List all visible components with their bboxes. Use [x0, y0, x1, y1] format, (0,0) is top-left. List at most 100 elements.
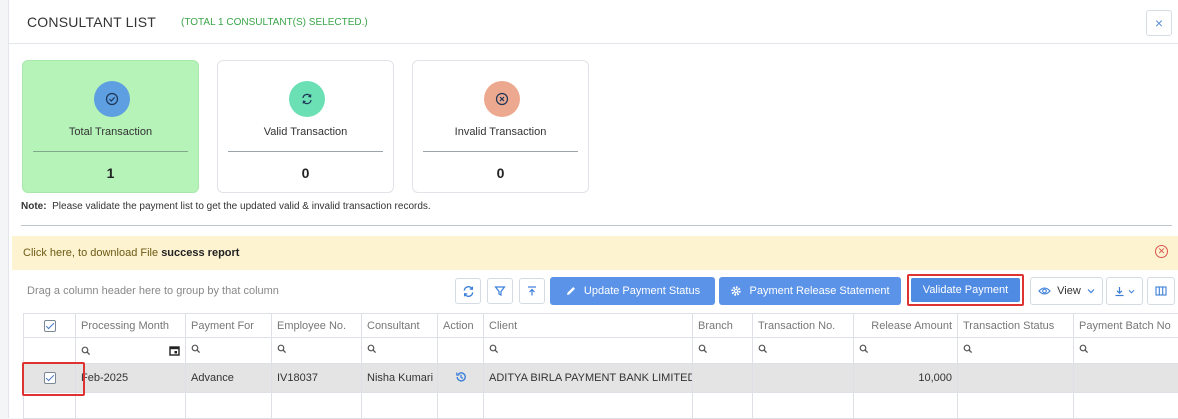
column-header[interactable]: Client [484, 314, 693, 338]
filter-cell[interactable] [854, 338, 958, 364]
empty-row [24, 393, 1178, 419]
dismiss-banner-icon[interactable]: ✕ [1155, 245, 1168, 258]
branch-cell [693, 364, 753, 393]
eye-icon [1038, 286, 1051, 296]
view-dropdown[interactable]: View [1030, 277, 1103, 305]
filter-cell[interactable] [186, 338, 272, 364]
column-chooser-button[interactable] [1147, 277, 1175, 305]
grid-header-row: Processing Month Payment For Employee No… [24, 314, 1178, 338]
gear-icon [730, 285, 742, 297]
card-label: Valid Transaction [218, 126, 393, 138]
note-text: Please validate the payment list to get … [52, 201, 431, 212]
chevron-down-icon [1087, 288, 1095, 294]
history-icon[interactable] [455, 371, 467, 383]
card-total-transaction[interactable]: Total Transaction 1 [22, 60, 199, 193]
card-count: 0 [218, 165, 393, 181]
refresh-button[interactable] [455, 278, 481, 304]
column-header[interactable]: Employee No. [272, 314, 362, 338]
search-icon [698, 344, 708, 354]
download-icon [1114, 286, 1125, 297]
employee-no-cell: IV18037 [272, 364, 362, 393]
table-row[interactable]: Feb-2025 Advance IV18037 Nisha Kumari AD… [24, 364, 1178, 393]
search-icon [367, 344, 377, 354]
column-header[interactable]: Branch [693, 314, 753, 338]
panel-header: CONSULTANT LIST (TOTAL 1 CONSULTANT(S) S… [9, 0, 1178, 44]
filter-cell[interactable] [272, 338, 362, 364]
filter-cell[interactable] [693, 338, 753, 364]
consultant-grid: Processing Month Payment For Employee No… [23, 313, 1178, 419]
download-banner: Click here, to download File success rep… [12, 236, 1178, 270]
close-button[interactable]: × [1146, 10, 1172, 36]
update-payment-status-button[interactable]: Update Payment Status [550, 277, 715, 305]
select-all-cell[interactable] [24, 314, 76, 338]
calendar-icon[interactable] [169, 345, 180, 356]
search-icon [963, 344, 973, 354]
consultant-link[interactable]: Nisha Kumari [362, 364, 438, 393]
group-by-hint: Drag a column header here to group by th… [27, 285, 279, 297]
page-title: CONSULTANT LIST [27, 14, 156, 30]
chevron-down-icon [1128, 289, 1135, 294]
column-header[interactable]: Consultant [362, 314, 438, 338]
column-header[interactable]: Transaction No. [753, 314, 854, 338]
success-report-link[interactable]: success report [161, 247, 239, 259]
card-count: 0 [413, 165, 588, 181]
column-header[interactable]: Processing Month [76, 314, 186, 338]
columns-icon [1155, 286, 1167, 296]
payment-release-statement-button[interactable]: Payment Release Statement [719, 277, 901, 305]
filter-cell[interactable] [484, 338, 693, 364]
batch-no-cell [1074, 364, 1178, 393]
validate-payment-highlight: Validate Payment [907, 274, 1024, 306]
filter-cell[interactable] [76, 338, 186, 364]
search-icon [191, 344, 201, 354]
banner-text: Click here, to download File [23, 247, 158, 259]
download-dropdown[interactable] [1106, 277, 1143, 305]
card-divider [228, 151, 383, 152]
column-header[interactable]: Release Amount [854, 314, 958, 338]
search-icon [1079, 344, 1089, 354]
download-link[interactable]: Click here, to download File success rep… [23, 247, 239, 259]
card-divider [423, 151, 578, 152]
payment-release-statement-label: Payment Release Statement [749, 285, 889, 297]
validation-note: Note: Please validate the payment list t… [21, 201, 431, 212]
filter-cell[interactable] [753, 338, 854, 364]
processing-month-cell: Feb-2025 [76, 364, 186, 393]
card-valid-transaction[interactable]: Valid Transaction 0 [217, 60, 394, 193]
check-circle-icon [94, 81, 130, 117]
column-header[interactable]: Transaction Status [958, 314, 1074, 338]
grid-toolbar: Drag a column header here to group by th… [9, 276, 1178, 308]
column-header[interactable]: Payment Batch No [1074, 314, 1178, 338]
payment-for-cell: Advance [186, 364, 272, 393]
filter-cell-empty [438, 338, 484, 364]
card-count: 1 [23, 165, 198, 181]
refresh-icon [462, 285, 475, 298]
update-payment-status-label: Update Payment Status [584, 285, 700, 297]
upload-button[interactable] [519, 278, 545, 304]
refresh-icon [289, 81, 325, 117]
row-selection-highlight [22, 362, 85, 396]
action-cell [438, 364, 484, 393]
search-icon [81, 346, 91, 356]
filter-button[interactable] [487, 278, 513, 304]
filter-cell[interactable] [362, 338, 438, 364]
card-invalid-transaction[interactable]: Invalid Transaction 0 [412, 60, 589, 193]
column-header[interactable]: Payment For [186, 314, 272, 338]
filter-cell[interactable] [958, 338, 1074, 364]
column-header[interactable]: Action [438, 314, 484, 338]
card-label: Invalid Transaction [413, 126, 588, 138]
upload-icon [526, 285, 538, 297]
select-all-checkbox[interactable] [44, 320, 56, 332]
transaction-status-cell [958, 364, 1074, 393]
filter-cell[interactable] [1074, 338, 1178, 364]
card-label: Total Transaction [23, 126, 198, 138]
search-icon [277, 344, 287, 354]
grid-filter-row [24, 338, 1178, 364]
pencil-icon [565, 285, 577, 297]
validate-payment-button[interactable]: Validate Payment [911, 278, 1020, 302]
consultant-list-panel: CONSULTANT LIST (TOTAL 1 CONSULTANT(S) S… [8, 0, 1178, 418]
transaction-no-cell [753, 364, 854, 393]
filter-icon [494, 285, 506, 297]
release-amount-cell: 10,000 [854, 364, 958, 393]
view-label: View [1057, 285, 1081, 297]
section-divider [21, 225, 1172, 226]
search-icon [758, 344, 768, 354]
